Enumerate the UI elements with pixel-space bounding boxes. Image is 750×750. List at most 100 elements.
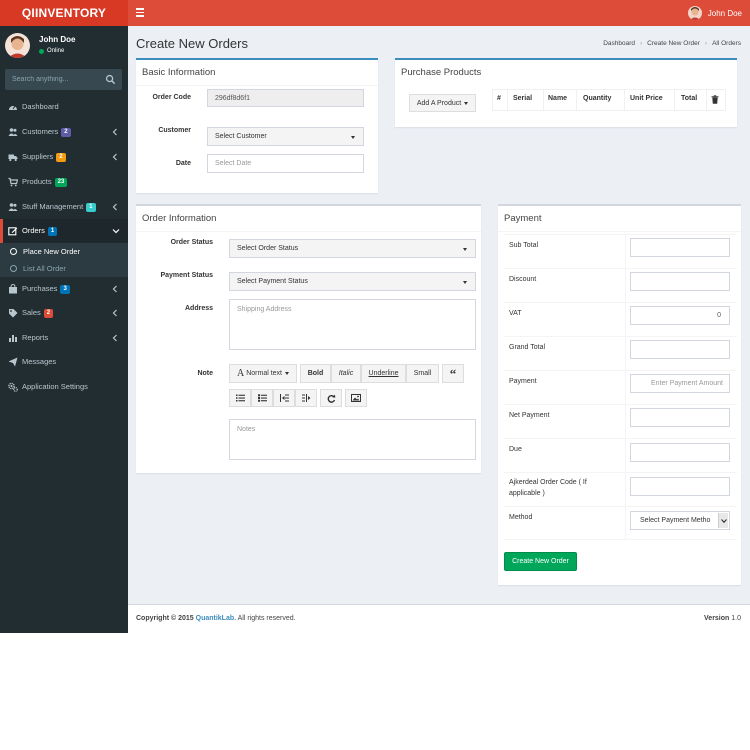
caret-down-icon (285, 372, 290, 375)
shipping-address-textarea[interactable]: Shipping Address (229, 299, 476, 350)
order-status-select[interactable]: Select Order Status (229, 239, 476, 258)
underline-button[interactable]: Underline (361, 364, 406, 383)
breadcrumb-all-orders[interactable]: All Orders (712, 40, 741, 47)
payment-status-label: Payment Status (160, 272, 213, 279)
breadcrumb-dashboard[interactable]: Dashboard (603, 40, 635, 47)
app-root: QIINVENTORY John Doe John Doe Online Das… (0, 0, 750, 633)
net-payment-label: Net Payment (509, 412, 550, 419)
create-new-order-button[interactable]: Create New Order (504, 552, 577, 571)
payment-method-select[interactable]: Select Payment Metho (630, 511, 730, 530)
user-panel: John Doe Online (0, 26, 128, 64)
footer: Copyright © 2015 QuantikLab. All rights … (128, 604, 750, 633)
column-divider (576, 89, 577, 111)
trash-icon[interactable] (711, 95, 719, 104)
sidebar-item-suppliers[interactable]: Suppliers 2 (0, 145, 128, 169)
add-product-button[interactable]: Add A Product (409, 94, 476, 112)
select-arrow-icon (718, 513, 728, 528)
avatar (5, 33, 30, 58)
order-status-select-value: Select Order Status (237, 245, 299, 252)
divider (498, 231, 741, 232)
dashboard-icon (9, 105, 17, 110)
font-size-dropdown[interactable]: A Normal text (229, 364, 297, 383)
sidebar-item-messages[interactable]: Messages (0, 350, 128, 374)
search-icon[interactable] (105, 74, 116, 85)
sidebar-item-dashboard[interactable]: Dashboard (0, 95, 128, 119)
sidebar-subitem-label: Place New Order (23, 247, 81, 256)
chevron-left-icon (112, 153, 117, 161)
chevron-down-icon (112, 229, 120, 234)
grand-total-field[interactable] (630, 340, 730, 359)
sidebar-subitem-list-all-order[interactable]: List All Order (0, 260, 128, 277)
sidebar-item-application-settings[interactable]: Application Settings (0, 375, 128, 399)
unordered-list-icon[interactable] (229, 389, 251, 407)
sub-total-label: Sub Total (509, 242, 539, 249)
copyright-prefix: Copyright © 2015 (136, 615, 194, 622)
user-status: Online (39, 48, 64, 54)
sidebar-subitem-label: List All Order (23, 264, 66, 273)
blockquote-icon[interactable]: “ (442, 364, 464, 383)
circle-icon (10, 265, 17, 272)
sidebar-item-orders[interactable]: Orders 1 (0, 219, 128, 243)
sidebar-item-stuff-management[interactable]: Stuff Management 1 (0, 195, 128, 219)
sub-total-field[interactable] (630, 238, 730, 257)
edit-icon (8, 227, 18, 236)
indent-icon[interactable] (295, 389, 317, 407)
sidebar-item-purchases[interactable]: Purchases 3 (0, 277, 128, 301)
gears-icon (8, 382, 18, 392)
sidebar-item-label: Customers (22, 127, 59, 136)
sidebar-search (5, 69, 122, 90)
sidebar-item-label: Dashboard (22, 102, 59, 111)
ajkerdeal-code-field[interactable] (630, 477, 730, 496)
column-divider (706, 89, 707, 111)
company-link[interactable]: QuantikLab. (196, 615, 236, 622)
sidebar-item-customers[interactable]: Customers 2 (0, 120, 128, 144)
sidebar-user-name: John Doe (39, 35, 76, 44)
sidebar-subitem-place-new-order[interactable]: Place New Order (0, 243, 128, 260)
user-menu[interactable]: John Doe (687, 5, 742, 21)
app-logo[interactable]: QIINVENTORY (0, 0, 128, 26)
payment-status-select[interactable]: Select Payment Status (229, 272, 476, 291)
sidebar-item-label: Application Settings (22, 382, 88, 391)
italic-button[interactable]: Italic (331, 364, 361, 383)
date-field[interactable]: Select Date (207, 154, 364, 173)
payment-status-select-value: Select Payment Status (237, 278, 308, 285)
sidebar-item-products[interactable]: Products 23 (0, 170, 128, 194)
payment-amount-field[interactable]: Enter Payment Amount (630, 374, 730, 393)
due-field[interactable] (630, 443, 730, 462)
bold-button[interactable]: Bold (300, 364, 331, 383)
users-icon (8, 203, 18, 211)
small-button[interactable]: Small (406, 364, 439, 383)
send-icon (8, 357, 18, 367)
sidebar-toggle-icon[interactable] (136, 8, 144, 18)
method-label: Method (509, 514, 533, 521)
net-payment-field[interactable] (630, 408, 730, 427)
outdent-icon[interactable] (273, 389, 295, 407)
redo-icon[interactable] (320, 389, 342, 407)
search-input[interactable] (5, 69, 100, 90)
column-divider (624, 89, 625, 111)
due-label: Due (509, 446, 522, 453)
vat-field[interactable]: 0 (630, 306, 730, 325)
column-divider (543, 89, 544, 111)
column-divider (674, 89, 675, 111)
order-code-label: Order Code (152, 94, 191, 101)
chevron-left-icon (112, 203, 117, 211)
page-title: Create New Orders (136, 36, 248, 51)
discount-field[interactable] (630, 272, 730, 291)
image-icon[interactable] (345, 389, 367, 407)
breadcrumb: Dashboard › Create New Order › All Order… (603, 40, 741, 47)
ordered-list-icon[interactable] (251, 389, 273, 407)
add-product-label: Add A Product (416, 99, 462, 107)
orders-submenu: Place New Order List All Order (0, 243, 128, 277)
sidebar-item-sales[interactable]: Sales 2 (0, 301, 128, 325)
order-code-field[interactable]: 296df8d6f1 (207, 89, 364, 107)
breadcrumb-separator-icon: › (704, 40, 708, 47)
date-label: Date (175, 160, 191, 167)
notes-editor[interactable]: Notes (229, 419, 476, 460)
chart-bar-icon (9, 335, 17, 342)
box-title: Basic Information (142, 67, 216, 78)
font-icon: A (236, 368, 245, 379)
sidebar-item-reports[interactable]: Reports (0, 326, 128, 350)
breadcrumb-create-new-order[interactable]: Create New Order (647, 40, 700, 47)
customer-select[interactable]: Select Customer (207, 127, 364, 146)
